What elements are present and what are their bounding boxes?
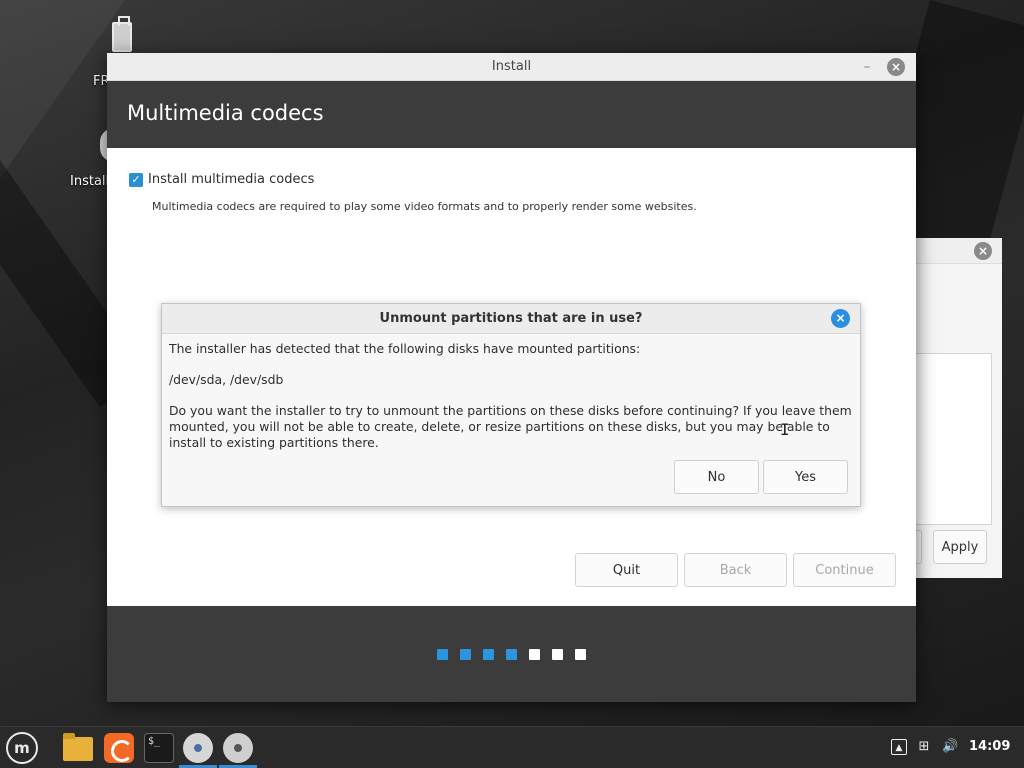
progress-indicator bbox=[107, 606, 916, 702]
dialog-titlebar: Unmount partitions that are in use? × bbox=[162, 304, 860, 334]
taskbar: m $_ ▲ ⊞ 🔊 14:09 bbox=[0, 726, 1024, 768]
quit-button[interactable]: Quit bbox=[575, 553, 678, 587]
volume-icon[interactable]: 🔊 bbox=[942, 739, 958, 755]
codec-description: Multimedia codecs are required to play s… bbox=[152, 200, 697, 213]
progress-step-complete bbox=[437, 648, 448, 660]
close-icon[interactable]: × bbox=[974, 242, 992, 260]
no-button[interactable]: No bbox=[674, 460, 759, 494]
yes-button[interactable]: Yes bbox=[763, 460, 848, 494]
clock[interactable]: 14:09 bbox=[969, 739, 1010, 754]
progress-step-complete bbox=[460, 648, 471, 660]
update-manager-icon[interactable]: ▲ bbox=[891, 739, 907, 755]
network-icon[interactable]: ⊞ bbox=[916, 739, 932, 755]
window-titlebar: Install – × bbox=[107, 53, 916, 81]
background-window: × Apply bbox=[910, 238, 1002, 578]
minimize-icon[interactable]: – bbox=[859, 53, 875, 81]
dialog-title: Unmount partitions that are in use? bbox=[379, 311, 643, 326]
text-cursor-icon: I bbox=[780, 420, 790, 439]
page-title: Multimedia codecs bbox=[107, 81, 916, 148]
dialog-message: The installer has detected that the foll… bbox=[169, 341, 641, 356]
progress-step-pending bbox=[552, 648, 563, 660]
unmount-dialog: Unmount partitions that are in use? × Th… bbox=[161, 303, 861, 507]
disc-icon[interactable] bbox=[223, 733, 253, 763]
codec-checkbox-label[interactable]: Install multimedia codecs bbox=[148, 172, 314, 187]
progress-step-pending bbox=[575, 648, 586, 660]
usb-drive-icon[interactable] bbox=[112, 16, 132, 52]
menu-icon[interactable]: m bbox=[6, 732, 38, 764]
dialog-disks: /dev/sda, /dev/sdb bbox=[169, 372, 284, 387]
close-icon[interactable]: × bbox=[887, 58, 905, 76]
dialog-question: Do you want the installer to try to unmo… bbox=[169, 403, 852, 450]
codec-checkbox-row[interactable]: ✓ Install multimedia codecs bbox=[129, 172, 314, 187]
progress-step-complete bbox=[506, 648, 517, 660]
checkbox-checked-icon[interactable]: ✓ bbox=[129, 172, 143, 187]
terminal-icon[interactable]: $_ bbox=[144, 733, 174, 763]
back-button[interactable]: Back bbox=[684, 553, 787, 587]
window-title: Install bbox=[491, 59, 532, 74]
desktop-icon-label: Install bbox=[70, 174, 110, 189]
folder-icon[interactable] bbox=[63, 733, 93, 761]
installer-icon[interactable] bbox=[183, 733, 213, 763]
progress-step-pending bbox=[529, 648, 540, 660]
background-list bbox=[916, 353, 992, 525]
continue-button[interactable]: Continue bbox=[793, 553, 896, 587]
apply-button[interactable]: Apply bbox=[933, 530, 987, 564]
progress-step-complete bbox=[483, 648, 494, 660]
close-icon[interactable]: × bbox=[831, 309, 850, 328]
dialog-body: The installer has detected that the foll… bbox=[162, 334, 860, 451]
firefox-icon[interactable] bbox=[104, 733, 134, 763]
